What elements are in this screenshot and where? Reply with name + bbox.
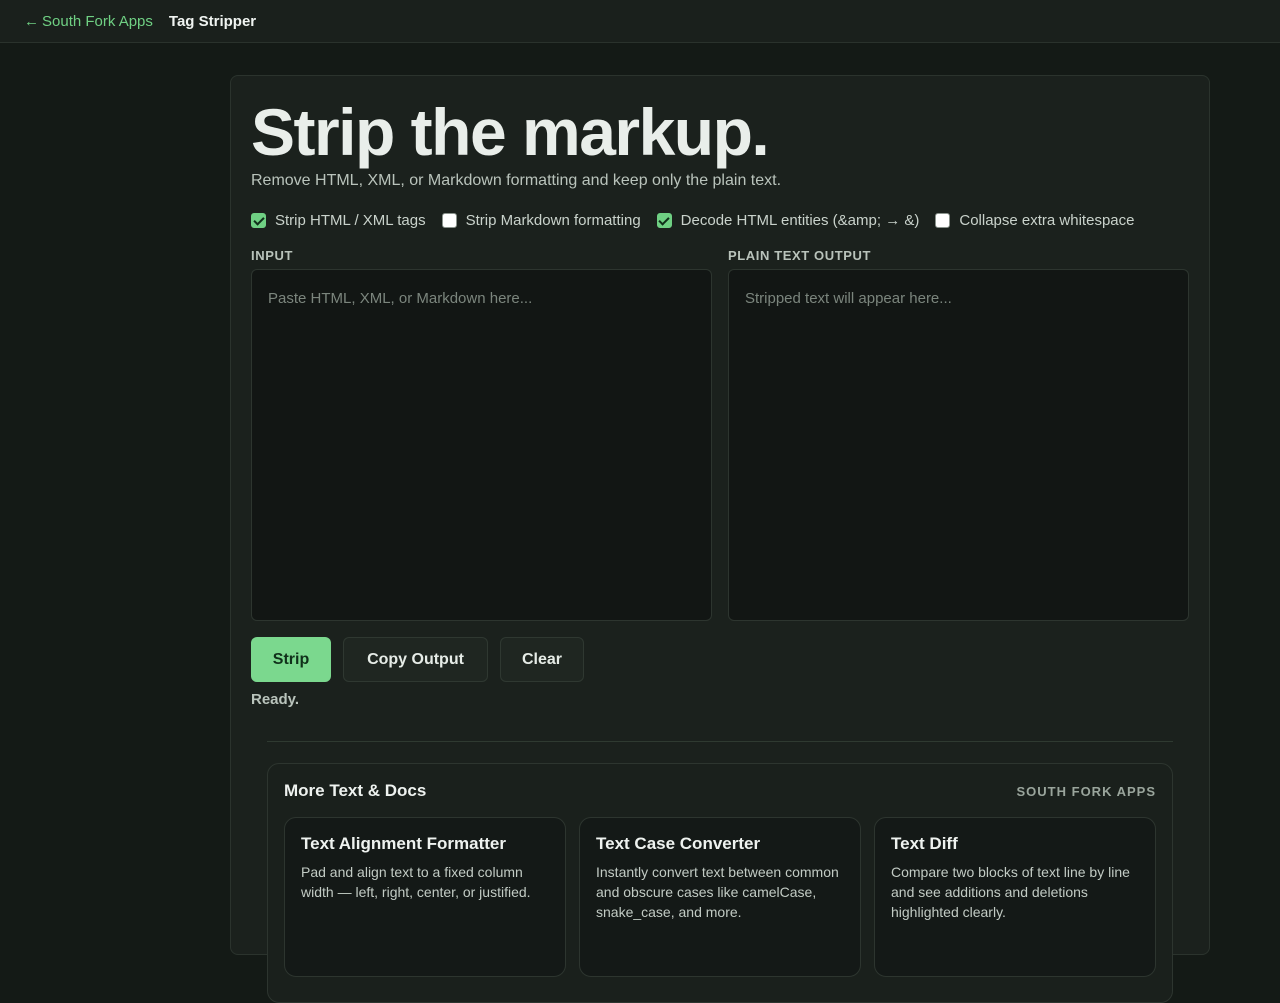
back-to-south-fork-apps-link[interactable]: ← South Fork Apps (24, 13, 153, 30)
back-link-label: South Fork Apps (42, 12, 153, 30)
tool-name: Text Diff (891, 834, 958, 853)
strip-html-checkbox[interactable] (251, 213, 266, 228)
option-collapse-whitespace[interactable]: Collapse extra whitespace (935, 212, 1134, 229)
arrow-left-icon: ← (24, 12, 39, 30)
option-label: Strip Markdown formatting (465, 212, 641, 229)
top-nav-bar: ← South Fork Apps Tag Stripper (0, 0, 1280, 43)
output-label: PLAIN TEXT OUTPUT (728, 248, 872, 263)
app-name: Tag Stripper (168, 12, 257, 30)
tool-description: Instantly convert text between common an… (596, 864, 839, 920)
tool-card-text-alignment-formatter[interactable]: Text Alignment Formatter Pad and align t… (284, 817, 566, 977)
section-divider (267, 741, 1173, 742)
more-tools-section: More Text & Docs SOUTH FORK APPS Text Al… (267, 763, 1173, 1003)
page-subtitle: Remove HTML, XML, or Markdown formatting… (251, 172, 782, 189)
option-decode-entities[interactable]: Decode HTML entities (&amp; → &) (656, 212, 920, 229)
strip-button[interactable]: Strip (251, 637, 331, 682)
tool-name: Text Alignment Formatter (301, 834, 506, 853)
decode-entities-checkbox[interactable] (656, 213, 672, 228)
tool-description: Pad and align text to a fixed column wid… (301, 864, 531, 900)
tool-card-text-case-converter[interactable]: Text Case Converter Instantly convert te… (579, 817, 861, 977)
output-textarea[interactable] (728, 269, 1189, 621)
tool-card: Strip the markup. Remove HTML, XML, or M… (230, 75, 1210, 1003)
options-row: Strip HTML / XML tags Strip Markdown for… (251, 212, 1134, 229)
strip-markdown-checkbox[interactable] (441, 213, 457, 228)
clear-button[interactable]: Clear (500, 637, 584, 682)
tool-description: Compare two blocks of text line by line … (891, 864, 1130, 920)
collapse-whitespace-checkbox[interactable] (935, 213, 951, 228)
input-label: INPUT (251, 248, 293, 263)
input-textarea[interactable] (251, 269, 712, 621)
option-strip-markdown[interactable]: Strip Markdown formatting (441, 212, 641, 229)
copy-output-button[interactable]: Copy Output (343, 637, 488, 682)
option-label: Decode HTML entities (&amp; → &) (680, 212, 920, 229)
status-text: Ready. (251, 691, 300, 708)
option-strip-html[interactable]: Strip HTML / XML tags (251, 212, 426, 229)
page-title: Strip the markup. (251, 95, 770, 169)
brand-label: SOUTH FORK APPS (1016, 784, 1156, 799)
option-label: Strip HTML / XML tags (275, 212, 426, 229)
more-tools-title: More Text & Docs (284, 781, 427, 800)
tool-name: Text Case Converter (596, 834, 761, 853)
option-label: Collapse extra whitespace (959, 212, 1135, 229)
tool-card-text-diff[interactable]: Text Diff Compare two blocks of text lin… (874, 817, 1156, 977)
